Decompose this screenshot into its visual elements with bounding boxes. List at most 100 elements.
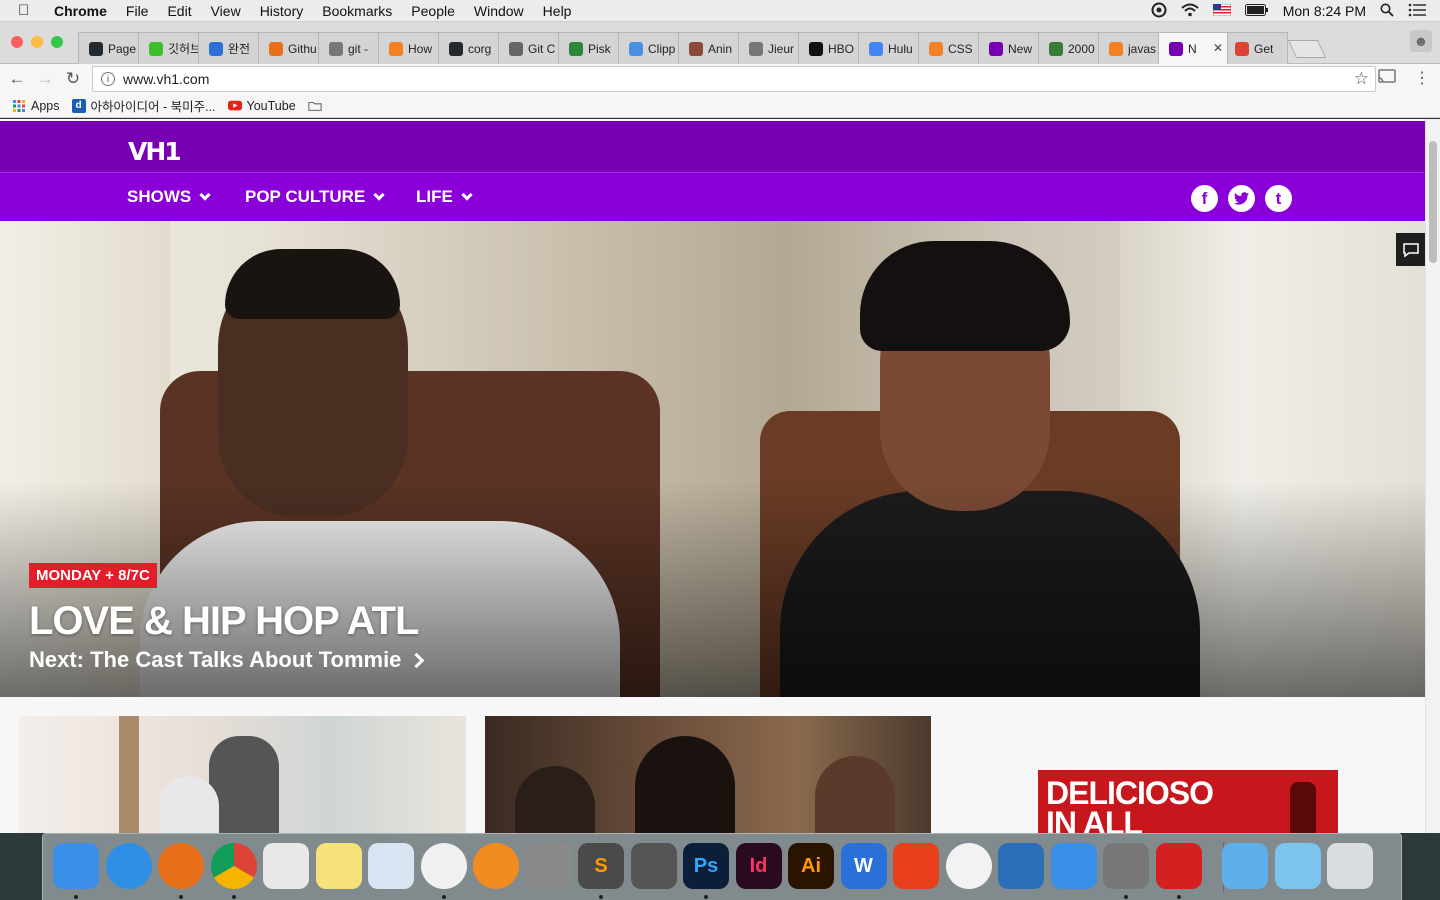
sublime-text-icon[interactable]: S: [578, 843, 624, 889]
page-scrollbar[interactable]: [1425, 119, 1440, 833]
chrome-menu-icon[interactable]: ⋮: [1414, 68, 1430, 88]
menu-file[interactable]: File: [126, 3, 149, 19]
menu-history[interactable]: History: [260, 3, 304, 19]
running-indicator: [599, 895, 603, 899]
browser-tab[interactable]: CSS: [918, 32, 982, 64]
acrobat-icon[interactable]: [1155, 843, 1202, 889]
ibooks-icon[interactable]: [473, 843, 519, 889]
vh1-logo[interactable]: VH1: [128, 137, 182, 166]
minimize-window-icon[interactable]: [31, 36, 43, 48]
browser-tab[interactable]: Page: [78, 32, 142, 64]
address-bar[interactable]: i www.vh1.com ☆: [92, 66, 1376, 92]
bookmark-folder[interactable]: [308, 99, 327, 113]
tumblr-icon[interactable]: t: [1265, 185, 1292, 212]
browser-tab[interactable]: corg: [438, 32, 502, 64]
address-bar-url[interactable]: www.vh1.com: [123, 71, 209, 87]
cast-icon[interactable]: [1378, 68, 1396, 88]
bookmark-label: 아하아이디어 - 북미주...: [90, 100, 216, 114]
browser-tab[interactable]: Get: [1224, 32, 1288, 64]
browser-tab[interactable]: Pisk: [558, 32, 622, 64]
browser-tab[interactable]: Hulu: [858, 32, 922, 64]
indesign-icon[interactable]: Id: [735, 843, 782, 889]
bookmark-youtube[interactable]: YouTube: [227, 99, 296, 113]
browser-tab[interactable]: javas: [1098, 32, 1162, 64]
xcode-icon[interactable]: [998, 843, 1044, 889]
kakao-icon[interactable]: [630, 843, 677, 889]
trash-icon[interactable]: [1327, 843, 1373, 889]
forward-arrow-icon[interactable]: →: [34, 68, 56, 90]
browser-tab[interactable]: git -: [318, 32, 382, 64]
status-circle-icon[interactable]: [1151, 2, 1167, 21]
tab-label: HBO: [828, 41, 855, 56]
close-window-icon[interactable]: [11, 36, 23, 48]
reload-icon[interactable]: ↻: [62, 68, 84, 90]
instruments-icon[interactable]: [1103, 843, 1149, 889]
browser-tab[interactable]: Anin: [678, 32, 742, 64]
battery-icon[interactable]: [1244, 3, 1269, 19]
browser-tab[interactable]: N ✕: [1158, 32, 1228, 64]
chrome-icon[interactable]: [210, 843, 257, 889]
feedback-tab-icon[interactable]: [1396, 233, 1425, 266]
browser-tab[interactable]: Jieur: [738, 32, 802, 64]
photos-icon[interactable]: [945, 843, 992, 889]
browser-tab[interactable]: 완전: [198, 32, 262, 64]
browser-tab[interactable]: New: [978, 32, 1042, 64]
word-icon[interactable]: W: [840, 843, 887, 889]
browser-tab[interactable]: How: [378, 32, 442, 64]
nav-life[interactable]: LIFE: [416, 187, 473, 207]
spotlight-search-icon[interactable]: [1380, 3, 1394, 20]
close-tab-icon[interactable]: ✕: [1213, 41, 1223, 55]
launchpad-icon[interactable]: [263, 843, 309, 889]
nav-shows[interactable]: SHOWS: [127, 187, 211, 207]
facebook-icon[interactable]: f: [1191, 185, 1218, 212]
polaris-icon[interactable]: [893, 843, 939, 889]
menu-app-name[interactable]: Chrome: [54, 3, 107, 19]
menu-edit[interactable]: Edit: [167, 3, 191, 19]
notification-center-icon[interactable]: [1408, 3, 1426, 20]
downloads-folder-icon[interactable]: [1274, 843, 1321, 889]
illustrator-icon[interactable]: Ai: [788, 843, 834, 889]
firefox-icon[interactable]: [158, 843, 204, 889]
menu-clock[interactable]: Mon 8:24 PM: [1283, 3, 1366, 19]
browser-tab[interactable]: Githu: [258, 32, 322, 64]
back-arrow-icon[interactable]: ←: [6, 68, 28, 90]
twitter-icon[interactable]: [1228, 185, 1255, 212]
profile-icon[interactable]: ☻: [1410, 30, 1432, 52]
browser-tab[interactable]: 깃허브: [138, 32, 202, 64]
bookmark-apps[interactable]: Apps: [12, 99, 60, 113]
preview-icon[interactable]: [368, 843, 414, 889]
itunes-icon[interactable]: [420, 843, 467, 889]
browser-tab[interactable]: 2000: [1038, 32, 1102, 64]
system-preferences-icon[interactable]: [525, 843, 572, 889]
simulator-icon[interactable]: [1050, 843, 1097, 889]
nav-pop-culture[interactable]: POP CULTURE: [245, 187, 385, 207]
notes-icon[interactable]: [315, 843, 362, 889]
menu-people[interactable]: People: [411, 3, 455, 19]
wifi-icon[interactable]: [1181, 3, 1199, 20]
bookmark-ahaidea[interactable]: d 아하아이디어 - 북미주...: [71, 96, 216, 115]
browser-tab[interactable]: HBO: [798, 32, 862, 64]
folder-icon[interactable]: [1222, 843, 1268, 889]
photoshop-icon[interactable]: Ps: [683, 843, 729, 889]
hero-title[interactable]: LOVE & HIP HOP ATL: [29, 599, 419, 644]
apple-icon[interactable]: : [18, 2, 38, 19]
menu-bookmarks[interactable]: Bookmarks: [322, 3, 392, 19]
new-tab-button[interactable]: [1287, 40, 1327, 58]
menu-window[interactable]: Window: [474, 3, 524, 19]
article-card-2[interactable]: [485, 716, 931, 833]
browser-tab[interactable]: Git C: [498, 32, 562, 64]
hero-banner[interactable]: MONDAY + 8/7C LOVE & HIP HOP ATL Next: T…: [0, 221, 1425, 697]
finder-icon[interactable]: [53, 843, 99, 889]
advertisement-banner[interactable]: DELICIOSO IN ALL: [1038, 770, 1338, 833]
article-card-1[interactable]: [19, 716, 466, 833]
menu-view[interactable]: View: [211, 3, 241, 19]
site-info-icon[interactable]: i: [101, 72, 115, 86]
hero-subtitle-link[interactable]: Next: The Cast Talks About Tommie: [29, 647, 425, 673]
menu-help[interactable]: Help: [543, 3, 572, 19]
zoom-window-icon[interactable]: [51, 36, 63, 48]
safari-icon[interactable]: [105, 843, 152, 889]
blog-icon: [149, 41, 163, 56]
browser-tab[interactable]: Clipp: [618, 32, 682, 64]
flag-input-icon[interactable]: [1212, 3, 1232, 19]
scrollbar-thumb[interactable]: [1429, 141, 1437, 263]
